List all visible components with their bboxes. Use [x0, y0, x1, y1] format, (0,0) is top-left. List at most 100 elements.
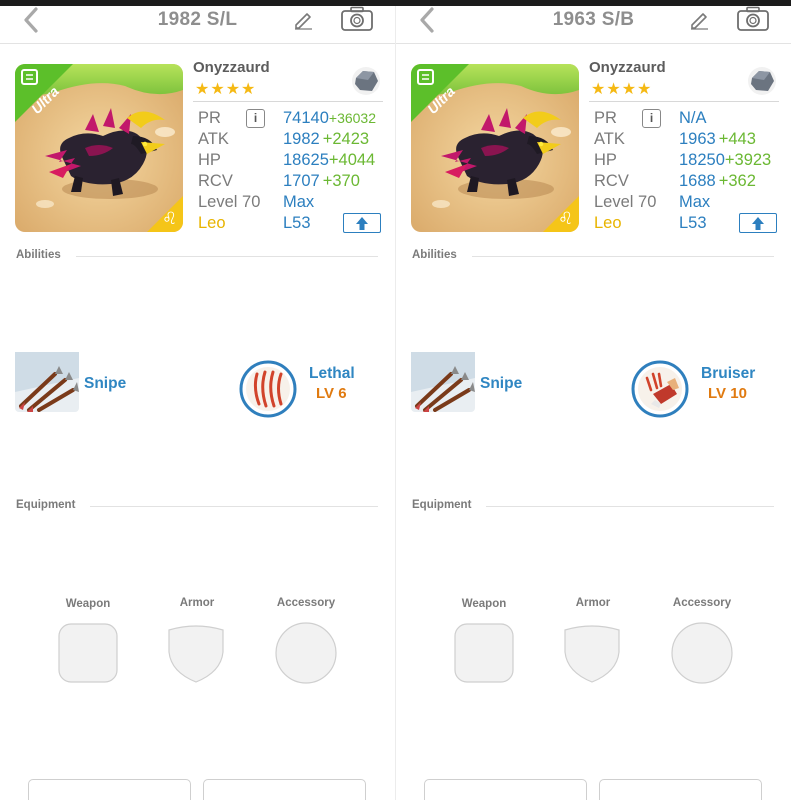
upgrade-button[interactable]	[343, 213, 381, 233]
stone-element-icon	[352, 67, 380, 95]
nav-bar: 1963 S/B	[396, 6, 791, 44]
monster-name: Onyzzaurd	[589, 59, 666, 76]
weapon-slot[interactable]	[454, 623, 514, 683]
accessory-slot[interactable]	[671, 622, 733, 684]
ability-snipe-name: Snipe	[84, 375, 127, 392]
edit-pencil-icon[interactable]	[292, 8, 314, 30]
rcv-value: 1688	[679, 172, 716, 190]
weapon-label: Weapon	[65, 598, 111, 610]
lethal-claw-icon[interactable]	[239, 360, 297, 418]
bottom-action-button-2[interactable]	[203, 779, 366, 800]
hp-bonus: +3923	[724, 151, 772, 169]
nav-bar: 1982 S/L	[0, 6, 395, 44]
stat-row-hp: HP 18625+4044	[198, 150, 388, 171]
atk-bonus: +443	[718, 130, 756, 148]
monster-portrait[interactable]: Ultra ♌	[411, 64, 579, 232]
zodiac-sign-value: L53	[283, 214, 311, 232]
weapon-label: Weapon	[461, 598, 507, 610]
level-value: Max	[679, 193, 711, 211]
monster-detail-panel-right: 1963 S/B Ultra ♌ Onyzzaurd ★★★★ PR i N/A…	[396, 6, 791, 800]
rcv-label: RCV	[594, 172, 629, 190]
zodiac-leo-icon: ♌	[558, 209, 574, 229]
monster-name: Onyzzaurd	[193, 59, 270, 76]
camera-icon[interactable]	[736, 6, 770, 32]
info-icon[interactable]: i	[642, 109, 661, 128]
stat-row-pr: PR i N/A	[594, 108, 784, 129]
pr-label: PR	[594, 109, 617, 127]
page-title: 1963 S/B	[552, 9, 635, 30]
bottom-action-button-1[interactable]	[28, 779, 191, 800]
zodiac-sign-value: L53	[679, 214, 707, 232]
zodiac-sign-label: Leo	[198, 214, 226, 232]
hp-label: HP	[198, 151, 221, 169]
pr-label: PR	[198, 109, 221, 127]
name-divider	[193, 101, 383, 102]
stat-row-rcv: RCV 1688 +362	[594, 171, 784, 192]
level-value: Max	[283, 193, 315, 211]
ability-lethal-level: LV 6	[316, 385, 347, 402]
stat-row-level: Level 70 Max	[594, 192, 784, 213]
abilities-rule	[472, 256, 774, 257]
stone-element-icon	[748, 67, 776, 95]
zodiac-leo-icon: ♌	[162, 209, 178, 229]
pr-bonus: +36032	[328, 110, 376, 126]
monster-portrait[interactable]: Ultra ♌	[15, 64, 183, 232]
hp-label: HP	[594, 151, 617, 169]
edit-pencil-icon[interactable]	[688, 8, 710, 30]
rcv-value: 1707	[283, 172, 320, 190]
page-title: 1982 S/L	[157, 9, 238, 30]
stat-row-rcv: RCV 1707 +370	[198, 171, 388, 192]
armor-slot[interactable]	[167, 622, 225, 684]
ability-bruiser-level: LV 10	[708, 385, 747, 402]
ability-snipe-name: Snipe	[480, 375, 523, 392]
equipment-header: Equipment	[412, 499, 472, 511]
info-icon[interactable]: i	[246, 109, 265, 128]
abilities-header: Abilities	[412, 249, 457, 261]
armor-label: Armor	[575, 597, 611, 609]
camera-icon[interactable]	[340, 6, 374, 32]
zodiac-sign-label: Leo	[594, 214, 622, 232]
snipe-arrows-icon[interactable]	[411, 352, 475, 412]
rcv-label: RCV	[198, 172, 233, 190]
rcv-bonus: +362	[718, 172, 756, 190]
atk-value: 1982	[283, 130, 320, 148]
bottom-action-button-1[interactable]	[424, 779, 587, 800]
armor-slot[interactable]	[563, 622, 621, 684]
monster-detail-panel-left: 1982 S/L Ultra ♌ Onyzzaurd ★★★★ PR i 741…	[0, 6, 395, 800]
snipe-arrows-icon[interactable]	[15, 352, 79, 412]
hp-value: 18625	[283, 151, 329, 169]
hp-value: 18250	[679, 151, 725, 169]
bottom-action-button-2[interactable]	[599, 779, 762, 800]
hp-bonus: +4044	[328, 151, 376, 169]
stat-row-atk: ATK 1963 +443	[594, 129, 784, 150]
weapon-slot[interactable]	[58, 623, 118, 683]
up-arrow-icon	[356, 217, 368, 230]
star-rating: ★★★★	[195, 81, 257, 98]
pr-value: 74140	[283, 109, 329, 127]
ability-lethal-name: Lethal	[309, 365, 355, 382]
atk-label: ATK	[198, 130, 229, 148]
level-label: Level 70	[198, 193, 261, 211]
rcv-bonus: +370	[322, 172, 360, 190]
stat-row-hp: HP 18250+3923	[594, 150, 784, 171]
accessory-label: Accessory	[276, 597, 336, 609]
stat-row-sign: Leo L53	[198, 213, 388, 234]
accessory-slot[interactable]	[275, 622, 337, 684]
accessory-label: Accessory	[672, 597, 732, 609]
up-arrow-icon	[752, 217, 764, 230]
stat-row-atk: ATK 1982 +2423	[198, 129, 388, 150]
armor-label: Armor	[179, 597, 215, 609]
abilities-rule	[76, 256, 378, 257]
upgrade-button[interactable]	[739, 213, 777, 233]
atk-label: ATK	[594, 130, 625, 148]
star-rating: ★★★★	[591, 81, 653, 98]
atk-bonus: +2423	[322, 130, 370, 148]
bruiser-fist-icon[interactable]	[631, 360, 689, 418]
stat-row-pr: PR i 74140+36032	[198, 108, 388, 129]
stat-row-sign: Leo L53	[594, 213, 784, 234]
abilities-header: Abilities	[16, 249, 61, 261]
equipment-rule	[90, 506, 378, 507]
atk-value: 1963	[679, 130, 716, 148]
level-label: Level 70	[594, 193, 657, 211]
stat-row-level: Level 70 Max	[198, 192, 388, 213]
